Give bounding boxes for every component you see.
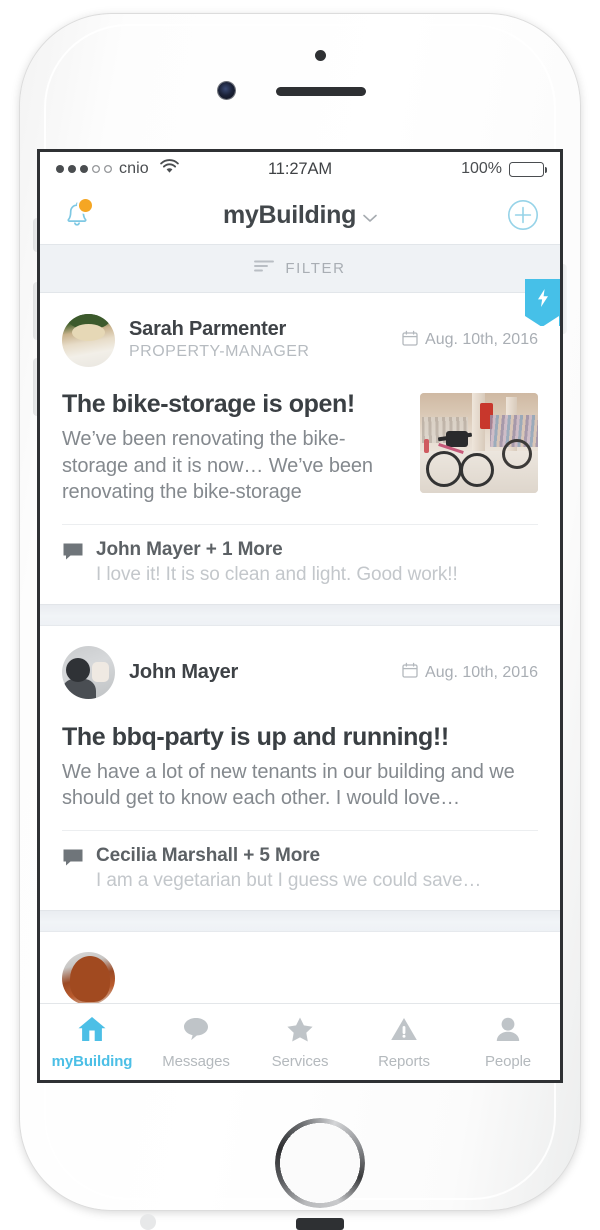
page-title[interactable]: myBuilding [40, 201, 560, 230]
page-title-label: myBuilding [222, 200, 357, 229]
calendar-icon [402, 330, 418, 351]
chevron-down-icon [363, 201, 377, 230]
post-body: We’ve been renovating the bike-storage a… [62, 428, 373, 504]
status-bar: cnio 11:27AM 100% [40, 152, 560, 186]
person-icon [493, 1015, 523, 1048]
tab-mybuilding[interactable]: myBuilding [40, 1015, 144, 1070]
filter-label: FILTER [285, 260, 346, 277]
tab-label: People [484, 1052, 532, 1070]
lightning-port [296, 1218, 344, 1230]
tab-label: Messages [162, 1052, 230, 1070]
comment-author: John Mayer + 1 More [96, 538, 283, 560]
power-button[interactable] [559, 264, 567, 334]
post-title: The bbq-party is up and running!! [62, 722, 449, 751]
filter-icon [254, 259, 275, 278]
post-thumbnail-image[interactable] [420, 393, 538, 493]
post-content: The bbq-party is up and running!! We hav… [62, 704, 538, 830]
post-header: Sarah Parmenter PROPERTY-MANAGER Aug. 10… [62, 293, 538, 371]
bike-storage-photo [420, 393, 538, 493]
battery-icon [509, 161, 547, 177]
post-content: The bike-storage is open! We’ve been ren… [62, 371, 538, 524]
post-header [62, 932, 538, 1010]
status-bar-left: cnio [56, 159, 268, 179]
front-camera-icon [218, 82, 235, 99]
warning-triangle-icon [389, 1015, 419, 1048]
post-comment-preview[interactable]: John Mayer + 1 More I love it! It is so … [62, 523, 538, 604]
comment-author: Cecilia Marshall + 5 More [96, 844, 321, 866]
tab-label: Services [271, 1052, 329, 1070]
post-title: The bike-storage is open! [62, 390, 355, 418]
post-author-name: John Mayer [129, 661, 239, 684]
comment-body: John Mayer + 1 More I love it! It is so … [96, 539, 538, 586]
post-separator [40, 909, 560, 932]
battery-percent-label: 100% [461, 160, 502, 177]
tab-people[interactable]: People [456, 1015, 560, 1070]
post-date: Aug. 10th, 2016 [402, 662, 538, 683]
post-author-role: PROPERTY-MANAGER [129, 342, 310, 360]
phone-screen: cnio 11:27AM 100% myBuilding FILTER Sara… [40, 152, 560, 1080]
tab-label: myBuilding [51, 1052, 133, 1070]
post-feed[interactable]: Sarah Parmenter PROPERTY-MANAGER Aug. 10… [40, 279, 560, 1042]
home-button-ring [275, 1118, 365, 1208]
post-author-name: Sarah Parmenter [129, 317, 287, 340]
tab-messages[interactable]: Messages [144, 1015, 248, 1070]
filter-bar[interactable]: FILTER [40, 244, 560, 293]
post-body: We have a lot of new tenants in our buil… [62, 760, 515, 810]
post-date-label: Aug. 10th, 2016 [425, 663, 538, 681]
comment-preview-text: I love it! It is so clean and light. Goo… [96, 563, 458, 585]
post-text-block: The bbq-party is up and running!! We hav… [62, 704, 538, 812]
calendar-icon [402, 662, 418, 683]
comment-body: Cecilia Marshall + 5 More I am a vegetar… [96, 845, 538, 892]
tab-services[interactable]: Services [248, 1015, 352, 1070]
home-button[interactable] [275, 1118, 365, 1208]
carrier-name: cnio [119, 160, 149, 177]
post-date-label: Aug. 10th, 2016 [425, 331, 538, 348]
microphone-hole [140, 1214, 156, 1230]
tab-label: Reports [378, 1052, 430, 1070]
proximity-sensor-icon [315, 50, 326, 61]
status-bar-right: 100% [332, 160, 547, 178]
post-text-block: The bike-storage is open! We’ve been ren… [62, 371, 404, 506]
wifi-icon [159, 159, 180, 179]
earpiece-speaker [276, 87, 366, 96]
comment-bubble-icon [62, 542, 84, 566]
post-author-meta: John Mayer [129, 661, 238, 684]
post-card[interactable]: Sarah Parmenter PROPERTY-MANAGER Aug. 10… [40, 279, 560, 604]
avatar[interactable] [62, 313, 115, 367]
comment-bubble-icon [62, 848, 84, 872]
navigation-bar: myBuilding [40, 186, 560, 244]
comment-preview-text: I am a vegetarian but I guess we could s… [96, 869, 482, 891]
post-header: John Mayer Aug. 10th, 2016 [62, 626, 538, 704]
star-icon [285, 1015, 315, 1048]
post-author-meta: Sarah Parmenter PROPERTY-MANAGER [129, 318, 309, 363]
post-card[interactable]: John Mayer Aug. 10th, 2016 The bbq-party… [40, 625, 560, 910]
post-comment-preview[interactable]: Cecilia Marshall + 5 More I am a vegetar… [62, 829, 538, 910]
tab-reports[interactable]: Reports [352, 1015, 456, 1070]
post-date: Aug. 10th, 2016 [402, 330, 538, 351]
post-separator [40, 603, 560, 626]
signal-strength-icon [56, 165, 112, 173]
avatar[interactable] [62, 646, 115, 700]
status-bar-time: 11:27AM [267, 159, 333, 178]
avatar[interactable] [62, 952, 115, 1006]
chat-bubble-icon [181, 1015, 211, 1048]
bottom-tab-bar: myBuilding Messages Services Reports Peo… [40, 1003, 560, 1080]
home-icon [77, 1015, 107, 1048]
screenshot-stage: cnio 11:27AM 100% myBuilding FILTER Sara… [0, 0, 600, 1230]
